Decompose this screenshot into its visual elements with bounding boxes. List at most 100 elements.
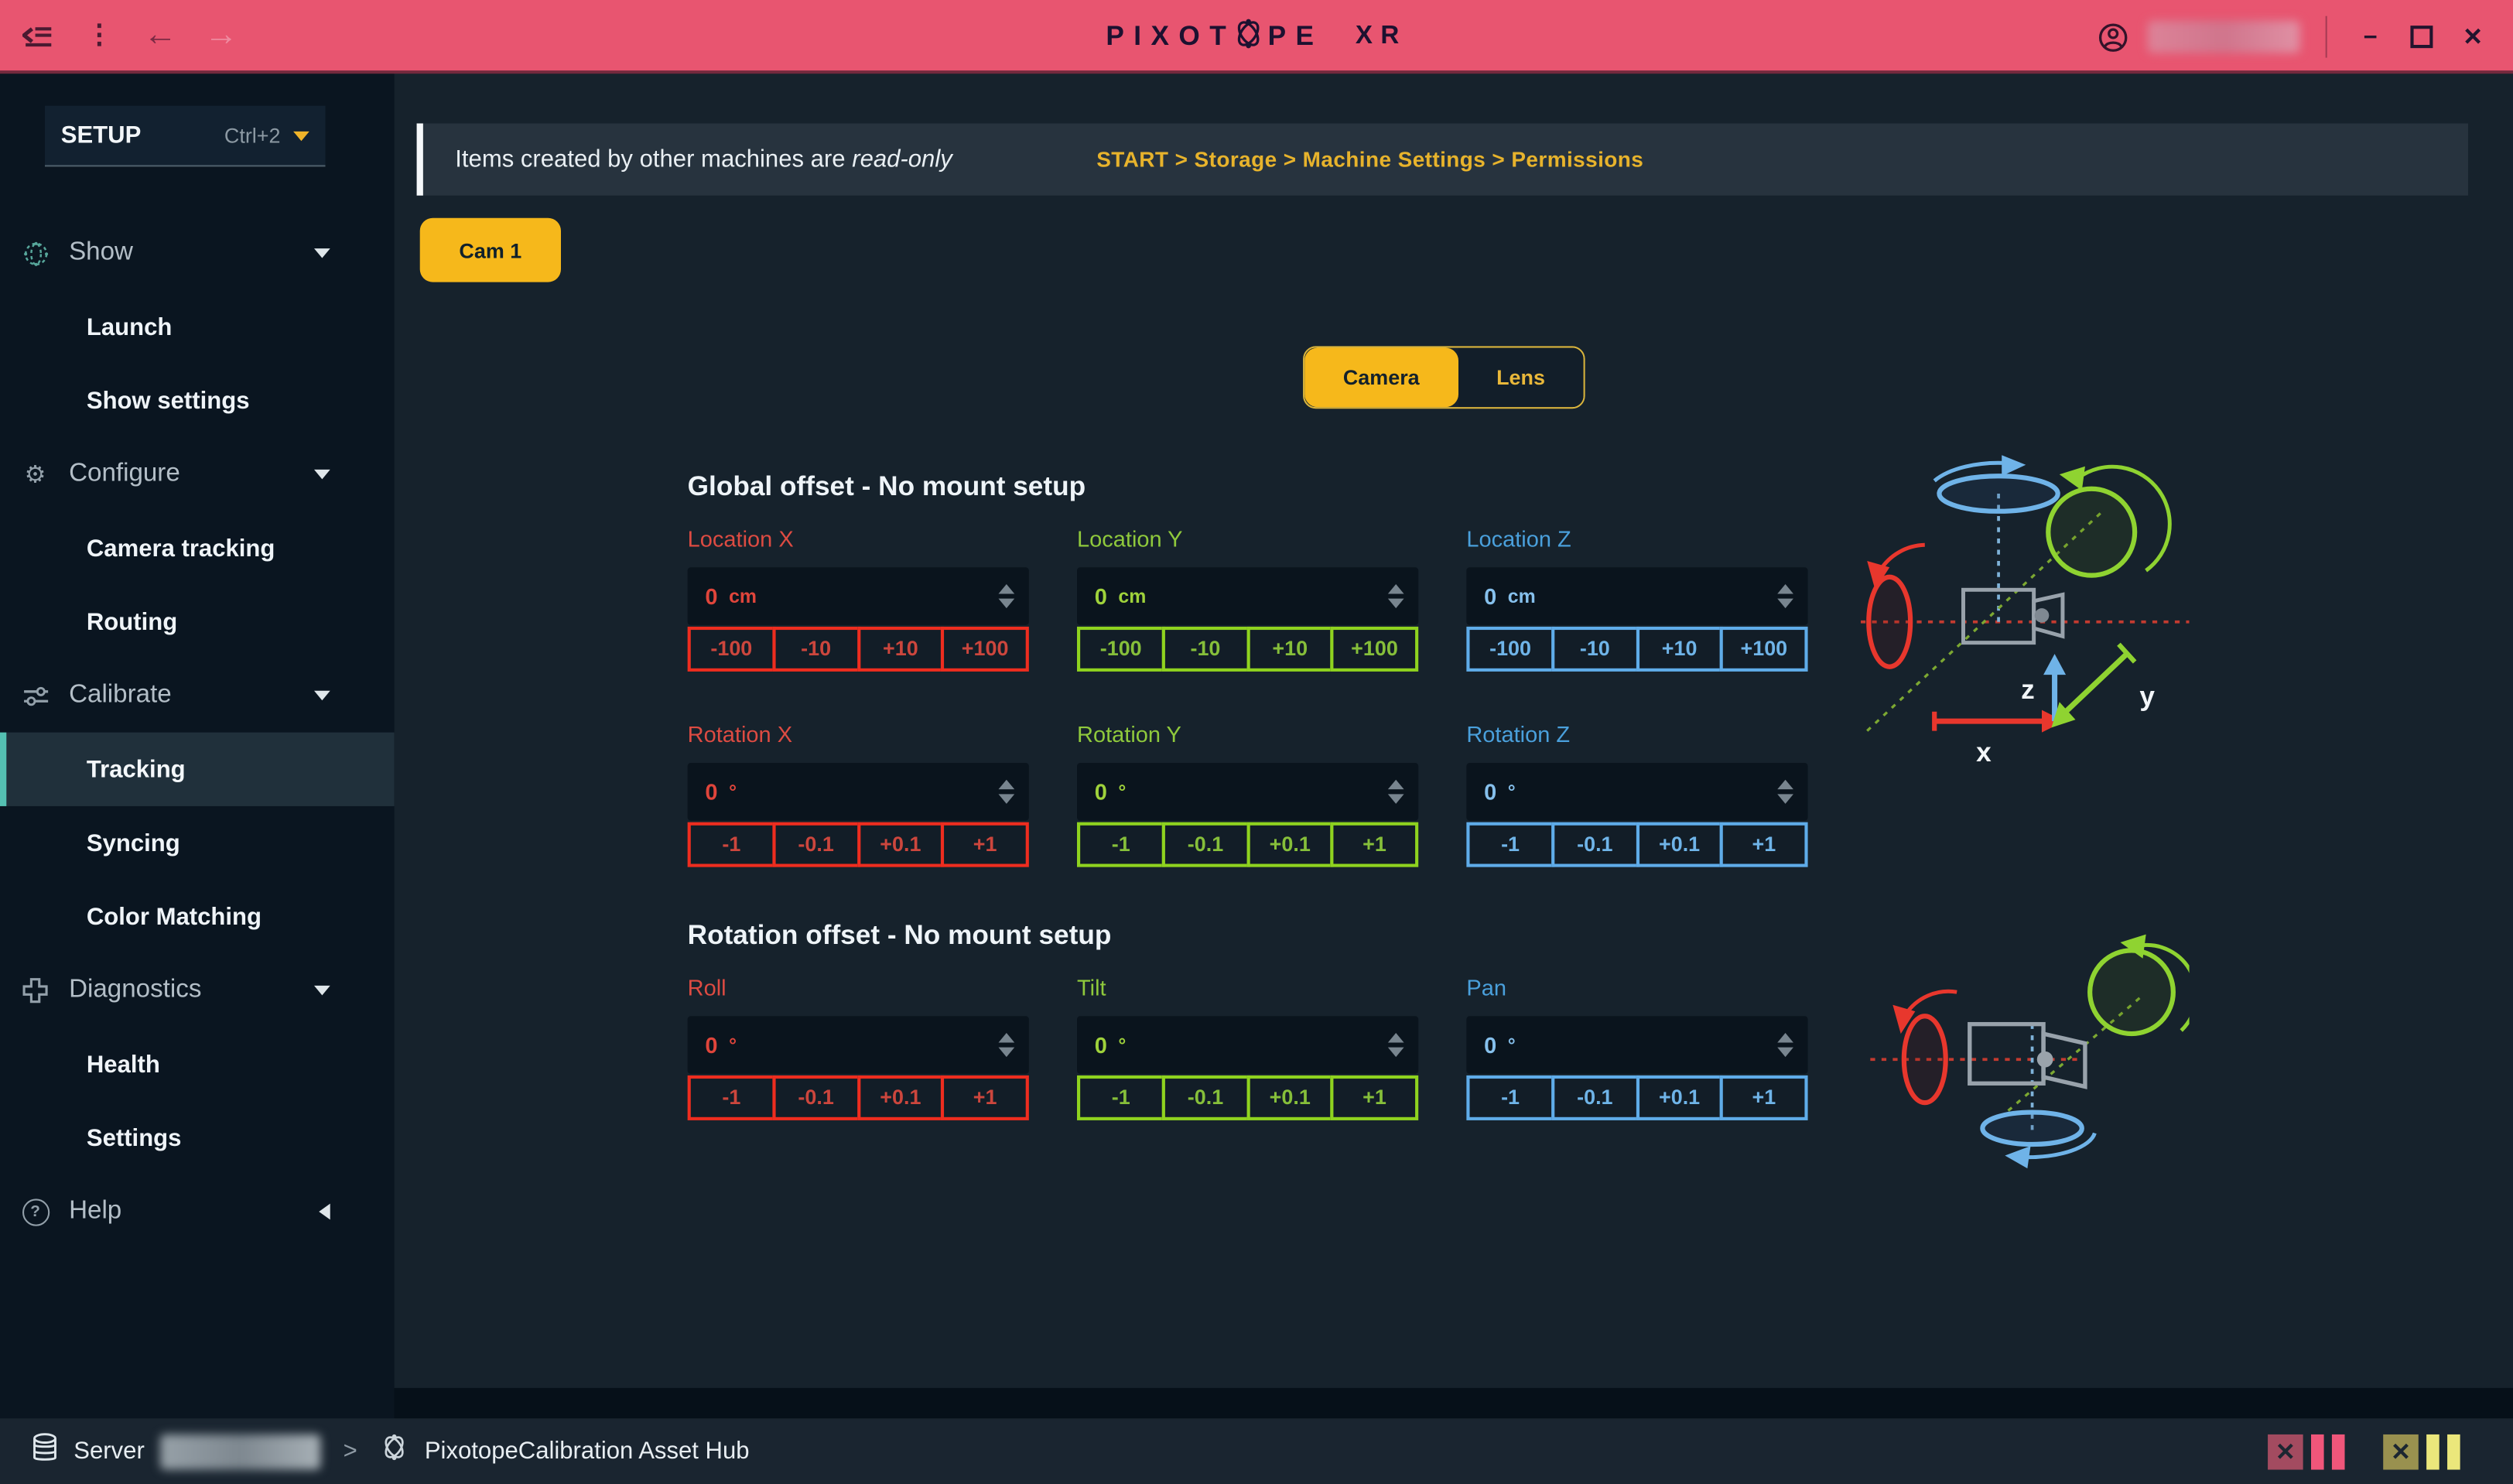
step-button-location-x--100[interactable]: +100 bbox=[941, 627, 1028, 672]
sidebar-item-syncing[interactable]: Syncing bbox=[0, 806, 395, 880]
step-button-pan--1[interactable]: -1 bbox=[1466, 1075, 1554, 1120]
value-input[interactable]: 0cm bbox=[1466, 567, 1807, 625]
step-button-location-z--100[interactable]: +100 bbox=[1720, 627, 1807, 672]
sidebar-item-label: Health bbox=[87, 1051, 160, 1078]
spinner-up-icon[interactable] bbox=[999, 1033, 1015, 1042]
sidebar-item-camera-tracking[interactable]: Camera tracking bbox=[0, 511, 395, 585]
step-button-roll--1[interactable]: +1 bbox=[941, 1075, 1028, 1120]
collapse-sidebar-icon[interactable] bbox=[19, 16, 58, 55]
step-button-tilt--0-1[interactable]: +0.1 bbox=[1246, 1075, 1334, 1120]
step-button-rotation-x--1[interactable]: -1 bbox=[688, 822, 775, 867]
spinner-down-icon[interactable] bbox=[1388, 1048, 1404, 1057]
step-button-location-y--100[interactable]: +100 bbox=[1331, 627, 1418, 672]
spinner-down-icon[interactable] bbox=[1777, 794, 1793, 803]
step-button-location-x--100[interactable]: -100 bbox=[688, 627, 775, 672]
step-button-rotation-y--0-1[interactable]: +0.1 bbox=[1246, 822, 1334, 867]
value-input[interactable]: 0° bbox=[688, 1016, 1029, 1074]
spinner-up-icon[interactable] bbox=[1388, 584, 1404, 593]
value-input[interactable]: 0° bbox=[1466, 1016, 1807, 1074]
step-button-location-z--10[interactable]: +10 bbox=[1636, 627, 1723, 672]
step-button-location-y--10[interactable]: +10 bbox=[1246, 627, 1334, 672]
step-button-location-y--10[interactable]: -10 bbox=[1161, 627, 1249, 672]
spinner-down-icon[interactable] bbox=[1777, 599, 1793, 608]
sidebar-item-settings[interactable]: Settings bbox=[0, 1101, 395, 1175]
step-button-rotation-z--0-1[interactable]: +0.1 bbox=[1636, 822, 1723, 867]
value-input[interactable]: 0° bbox=[1077, 763, 1418, 821]
sidebar-item-show-settings[interactable]: Show settings bbox=[0, 364, 395, 437]
value-input[interactable]: 0cm bbox=[688, 567, 1029, 625]
step-button-roll--1[interactable]: -1 bbox=[688, 1075, 775, 1120]
step-button-roll--0-1[interactable]: -0.1 bbox=[772, 1075, 860, 1120]
tab-lens[interactable]: Lens bbox=[1458, 348, 1583, 408]
spinner-down-icon[interactable] bbox=[999, 599, 1015, 608]
spinner-down-icon[interactable] bbox=[999, 794, 1015, 803]
titlebar-divider bbox=[2326, 16, 2327, 58]
minimize-button[interactable]: − bbox=[2353, 18, 2388, 56]
step-button-roll--0-1[interactable]: +0.1 bbox=[856, 1075, 944, 1120]
setup-mode-selector[interactable]: SETUP Ctrl+2 bbox=[45, 106, 326, 167]
sidebar-item-routing[interactable]: Routing bbox=[0, 585, 395, 658]
spinner-up-icon[interactable] bbox=[1388, 1033, 1404, 1042]
step-button-location-y--100[interactable]: -100 bbox=[1077, 627, 1164, 672]
value-input[interactable]: 0° bbox=[688, 763, 1029, 821]
sidebar-item-calibrate[interactable]: Calibrate bbox=[0, 658, 395, 732]
spinner-up-icon[interactable] bbox=[999, 780, 1015, 789]
spinner-down-icon[interactable] bbox=[1388, 794, 1404, 803]
step-button-pan--1[interactable]: +1 bbox=[1720, 1075, 1807, 1120]
back-arrow-icon[interactable]: ← bbox=[141, 16, 180, 55]
spinner-up-icon[interactable] bbox=[1388, 780, 1404, 789]
spinner-up-icon[interactable] bbox=[1777, 584, 1793, 593]
sidebar-item-help[interactable]: ?Help bbox=[0, 1175, 395, 1248]
engine-2-status-x-icon[interactable]: ✕ bbox=[2383, 1434, 2419, 1469]
step-button-pan--0-1[interactable]: +0.1 bbox=[1636, 1075, 1723, 1120]
step-button-rotation-y--1[interactable]: +1 bbox=[1331, 822, 1418, 867]
forward-arrow-icon[interactable]: → bbox=[202, 16, 241, 55]
step-button-pan--0-1[interactable]: -0.1 bbox=[1551, 1075, 1639, 1120]
breadcrumb[interactable]: START > Storage > Machine Settings > Per… bbox=[1096, 148, 1643, 172]
value-input[interactable]: 0° bbox=[1466, 763, 1807, 821]
value-input[interactable]: 0° bbox=[1077, 1016, 1418, 1074]
step-button-location-z--100[interactable]: -100 bbox=[1466, 627, 1554, 672]
step-button-rotation-y--0-1[interactable]: -0.1 bbox=[1161, 822, 1249, 867]
step-button-location-x--10[interactable]: -10 bbox=[772, 627, 860, 672]
spinner-up-icon[interactable] bbox=[1777, 1033, 1793, 1042]
spinner-down-icon[interactable] bbox=[1777, 1048, 1793, 1057]
cam-1-tab[interactable]: Cam 1 bbox=[420, 218, 561, 282]
step-button-rotation-x--1[interactable]: +1 bbox=[941, 822, 1028, 867]
sidebar-item-show[interactable]: Show bbox=[0, 217, 395, 290]
sidebar-item-diagnostics[interactable]: Diagnostics bbox=[0, 954, 395, 1028]
step-button-rotation-y--1[interactable]: -1 bbox=[1077, 822, 1164, 867]
sidebar-item-color-matching[interactable]: Color Matching bbox=[0, 880, 395, 953]
step-button-rotation-x--0-1[interactable]: +0.1 bbox=[856, 822, 944, 867]
step-button-location-z--10[interactable]: -10 bbox=[1551, 627, 1639, 672]
step-button-tilt--1[interactable]: -1 bbox=[1077, 1075, 1164, 1120]
step-button-rotation-z--0-1[interactable]: -0.1 bbox=[1551, 822, 1639, 867]
spinner-down-icon[interactable] bbox=[999, 1048, 1015, 1057]
step-buttons: -1-0.1+0.1+1 bbox=[688, 822, 1029, 867]
sidebar-item-tracking[interactable]: Tracking bbox=[0, 733, 395, 806]
step-button-location-x--10[interactable]: +10 bbox=[856, 627, 944, 672]
step-button-tilt--1[interactable]: +1 bbox=[1331, 1075, 1418, 1120]
step-button-rotation-z--1[interactable]: -1 bbox=[1466, 822, 1554, 867]
spinner-down-icon[interactable] bbox=[1388, 599, 1404, 608]
value-input[interactable]: 0cm bbox=[1077, 567, 1418, 625]
spinner-up-icon[interactable] bbox=[999, 584, 1015, 593]
sidebar-item-configure[interactable]: ⚙Configure bbox=[0, 438, 395, 511]
close-button[interactable]: ✕ bbox=[2455, 18, 2491, 56]
kebab-menu-icon[interactable]: ⋮ bbox=[80, 16, 119, 55]
maximize-button[interactable] bbox=[2404, 18, 2439, 56]
asset-hub-label[interactable]: PixotopeCalibration Asset Hub bbox=[425, 1438, 750, 1465]
value-text: 0 bbox=[1095, 583, 1107, 609]
step-button-tilt--0-1[interactable]: -0.1 bbox=[1161, 1075, 1249, 1120]
tab-camera[interactable]: Camera bbox=[1304, 348, 1458, 408]
engine-1-status-x-icon[interactable]: ✕ bbox=[2268, 1434, 2303, 1469]
spinner bbox=[999, 780, 1015, 804]
rotation-offset-axes-diagram bbox=[1861, 932, 2190, 1196]
product-name: XR bbox=[1356, 22, 1407, 51]
sidebar-item-launch[interactable]: Launch bbox=[0, 290, 395, 364]
step-button-rotation-x--0-1[interactable]: -0.1 bbox=[772, 822, 860, 867]
spinner-up-icon[interactable] bbox=[1777, 780, 1793, 789]
sidebar-item-health[interactable]: Health bbox=[0, 1028, 395, 1101]
user-account-icon[interactable] bbox=[2093, 18, 2132, 56]
step-button-rotation-z--1[interactable]: +1 bbox=[1720, 822, 1807, 867]
